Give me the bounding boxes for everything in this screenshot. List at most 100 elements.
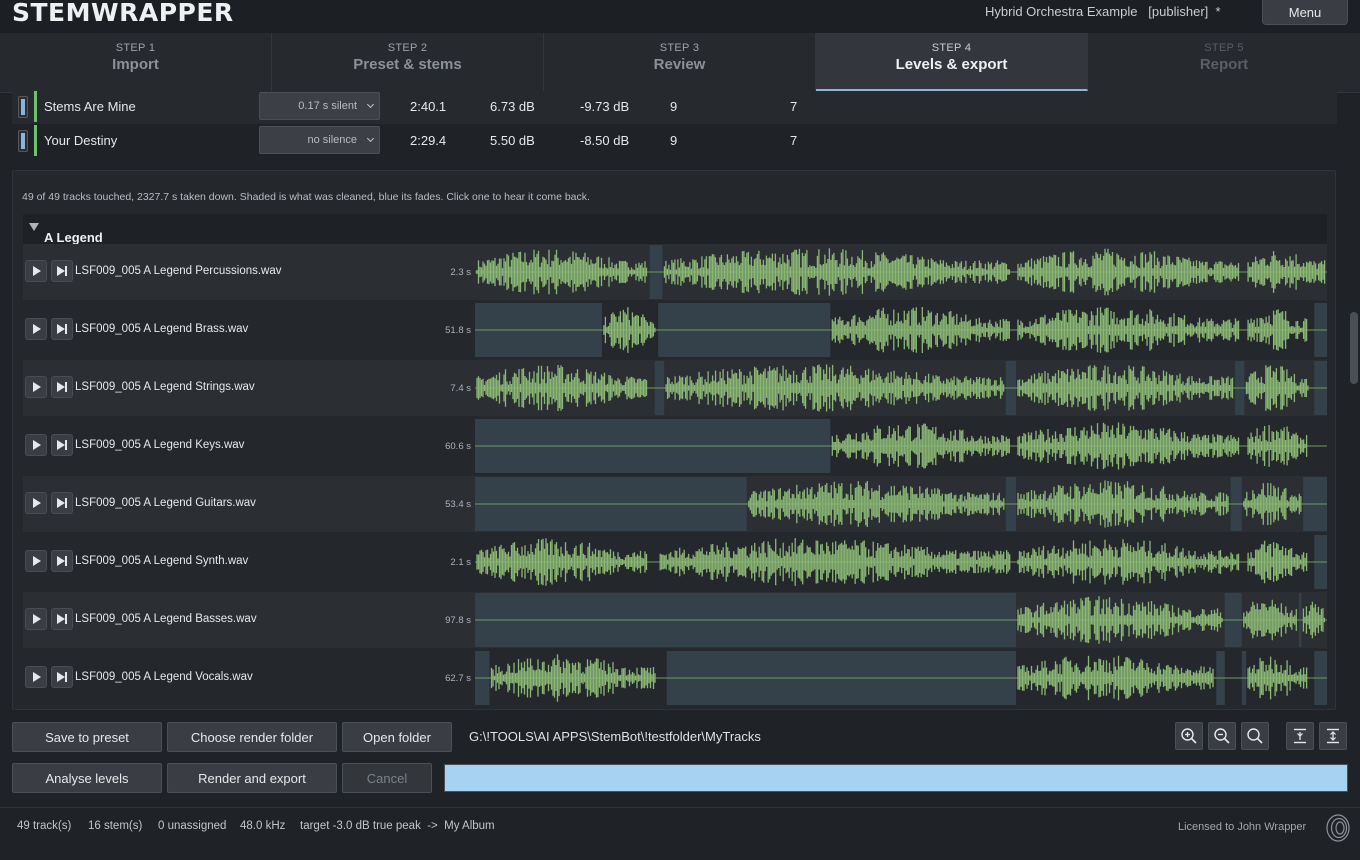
tab-review[interactable]: STEP 3 Review (544, 33, 816, 91)
waveform[interactable] (475, 245, 1327, 299)
tab-levels-export[interactable]: STEP 4 Levels & export (816, 33, 1088, 91)
step-number: STEP 1 (115, 42, 156, 54)
waveform[interactable] (475, 593, 1327, 647)
play-icon (33, 324, 41, 334)
waveform[interactable] (475, 419, 1327, 473)
status-target: target -3.0 dB true peak -> My Album (300, 820, 495, 832)
step-title: Levels & export (895, 56, 1008, 73)
play-next-button[interactable] (51, 492, 73, 514)
play-button[interactable] (25, 318, 47, 340)
cancel-button[interactable]: Cancel (342, 763, 432, 793)
play-button[interactable] (25, 260, 47, 282)
skip-next-icon (57, 440, 65, 450)
removed-seconds: 60.6 s (445, 441, 471, 452)
track-file-name: LSF009_005 A Legend Vocals.wav (75, 671, 253, 683)
waveform[interactable] (475, 361, 1327, 415)
track-row: Your Destiny no silence 2:29.4 5.50 dB -… (12, 125, 1337, 158)
zoom-out-button[interactable] (1208, 722, 1236, 750)
play-button[interactable] (25, 666, 47, 688)
play-next-button[interactable] (51, 550, 73, 572)
removed-seconds: 62.7 s (445, 673, 471, 684)
play-icon (33, 440, 41, 450)
analyse-levels-button[interactable]: Analyse levels (12, 763, 162, 793)
play-button[interactable] (25, 608, 47, 630)
track-file-name: LSF009_005 A Legend Guitars.wav (75, 497, 256, 509)
waveform-segment (831, 423, 1010, 469)
silence-select[interactable]: no silence (259, 126, 380, 154)
play-next-button[interactable] (51, 434, 73, 456)
zoom-reset-icon (1247, 728, 1263, 744)
status-unassigned: 0 unassigned (158, 820, 227, 832)
tab-import[interactable]: STEP 1 Import (0, 33, 272, 91)
track-file-name: LSF009_005 A Legend Synth.wav (75, 555, 249, 567)
open-folder-button[interactable]: Open folder (342, 722, 452, 752)
step-title: Preset & stems (353, 56, 462, 73)
play-next-button[interactable] (51, 608, 73, 630)
table-row[interactable]: LSF009_005 A Legend Keys.wav 60.6 s (23, 418, 1327, 474)
skip-next-icon (57, 672, 65, 682)
tab-preset-stems[interactable]: STEP 2 Preset & stems (272, 33, 544, 91)
track-file-name: LSF009_005 A Legend Strings.wav (75, 381, 255, 393)
track-count-a: 9 (670, 99, 678, 114)
track-checkbox[interactable] (18, 130, 28, 152)
waveform[interactable] (475, 651, 1327, 705)
status-track-count: 49 track(s) (17, 820, 72, 832)
track-checkbox[interactable] (18, 96, 28, 118)
choose-render-folder-button[interactable]: Choose render folder (167, 722, 337, 752)
zoom-fit-button[interactable] (1241, 722, 1269, 750)
spiral-logo-icon (1326, 814, 1350, 842)
play-icon (33, 672, 41, 682)
play-button[interactable] (25, 434, 47, 456)
track-file-name: LSF009_005 A Legend Brass.wav (75, 323, 249, 335)
skip-next-icon (57, 614, 65, 624)
skip-next-icon (57, 266, 65, 276)
track-peak: -8.50 dB (580, 133, 630, 148)
status-stem-count: 16 stem(s) (88, 820, 143, 832)
collapse-triangle-icon[interactable] (29, 223, 39, 231)
save-to-preset-button[interactable]: Save to preset (12, 722, 162, 752)
table-row[interactable]: LSF009_005 A Legend Basses.wav 97.8 s (23, 592, 1327, 648)
table-row[interactable]: LSF009_005 A Legend Percussions.wav 2.3 s (23, 244, 1327, 300)
table-row[interactable]: LSF009_005 A Legend Vocals.wav 62.7 s (23, 650, 1327, 706)
play-next-button[interactable] (51, 318, 73, 340)
expand-vertical-icon (1327, 728, 1339, 744)
waveform-segment (1017, 596, 1223, 644)
group-header[interactable]: A Legend (23, 214, 1327, 245)
collapse-height-button[interactable] (1286, 722, 1314, 750)
waveform[interactable] (475, 535, 1327, 589)
skip-next-icon (57, 382, 65, 392)
track-peak: -9.73 dB (580, 99, 630, 114)
track-status-bar (34, 91, 37, 122)
step-title: Review (653, 56, 706, 73)
project-title: Hybrid Orchestra Example [publisher] * (985, 4, 1221, 19)
play-button[interactable] (25, 376, 47, 398)
progress-fill (445, 765, 1347, 791)
step-number: STEP 4 (931, 42, 972, 54)
table-row[interactable]: LSF009_005 A Legend Strings.wav 7.4 s (23, 360, 1327, 416)
silence-select[interactable]: 0.17 s silent (259, 92, 380, 120)
scrollbar-thumb[interactable] (1350, 312, 1358, 384)
play-next-button[interactable] (51, 376, 73, 398)
track-duration: 2:40.1 (410, 99, 447, 114)
play-next-button[interactable] (51, 666, 73, 688)
track-count-b: 7 (790, 133, 798, 148)
play-icon (33, 266, 41, 276)
zoom-in-button[interactable] (1175, 722, 1203, 750)
step-number: STEP 3 (659, 42, 700, 54)
render-export-button[interactable]: Render and export (167, 763, 337, 793)
menu-button[interactable]: Menu (1262, 0, 1348, 25)
expand-height-button[interactable] (1319, 722, 1347, 750)
tab-report[interactable]: STEP 5 Report (1088, 33, 1360, 91)
removed-seconds: 97.8 s (445, 615, 471, 626)
table-row[interactable]: LSF009_005 A Legend Synth.wav 2.1 s (23, 534, 1327, 590)
table-row[interactable]: LSF009_005 A Legend Guitars.wav 53.4 s (23, 476, 1327, 532)
table-row[interactable]: LSF009_005 A Legend Brass.wav 51.8 s (23, 302, 1327, 358)
waveform-panel: 49 of 49 tracks touched, 2327.7 s taken … (12, 170, 1336, 710)
play-button[interactable] (25, 550, 47, 572)
play-button[interactable] (25, 492, 47, 514)
waveform[interactable] (475, 477, 1327, 531)
track-gain: 6.73 dB (490, 99, 535, 114)
play-next-button[interactable] (51, 260, 73, 282)
waveform[interactable] (475, 303, 1327, 357)
track-duration: 2:29.4 (410, 133, 447, 148)
